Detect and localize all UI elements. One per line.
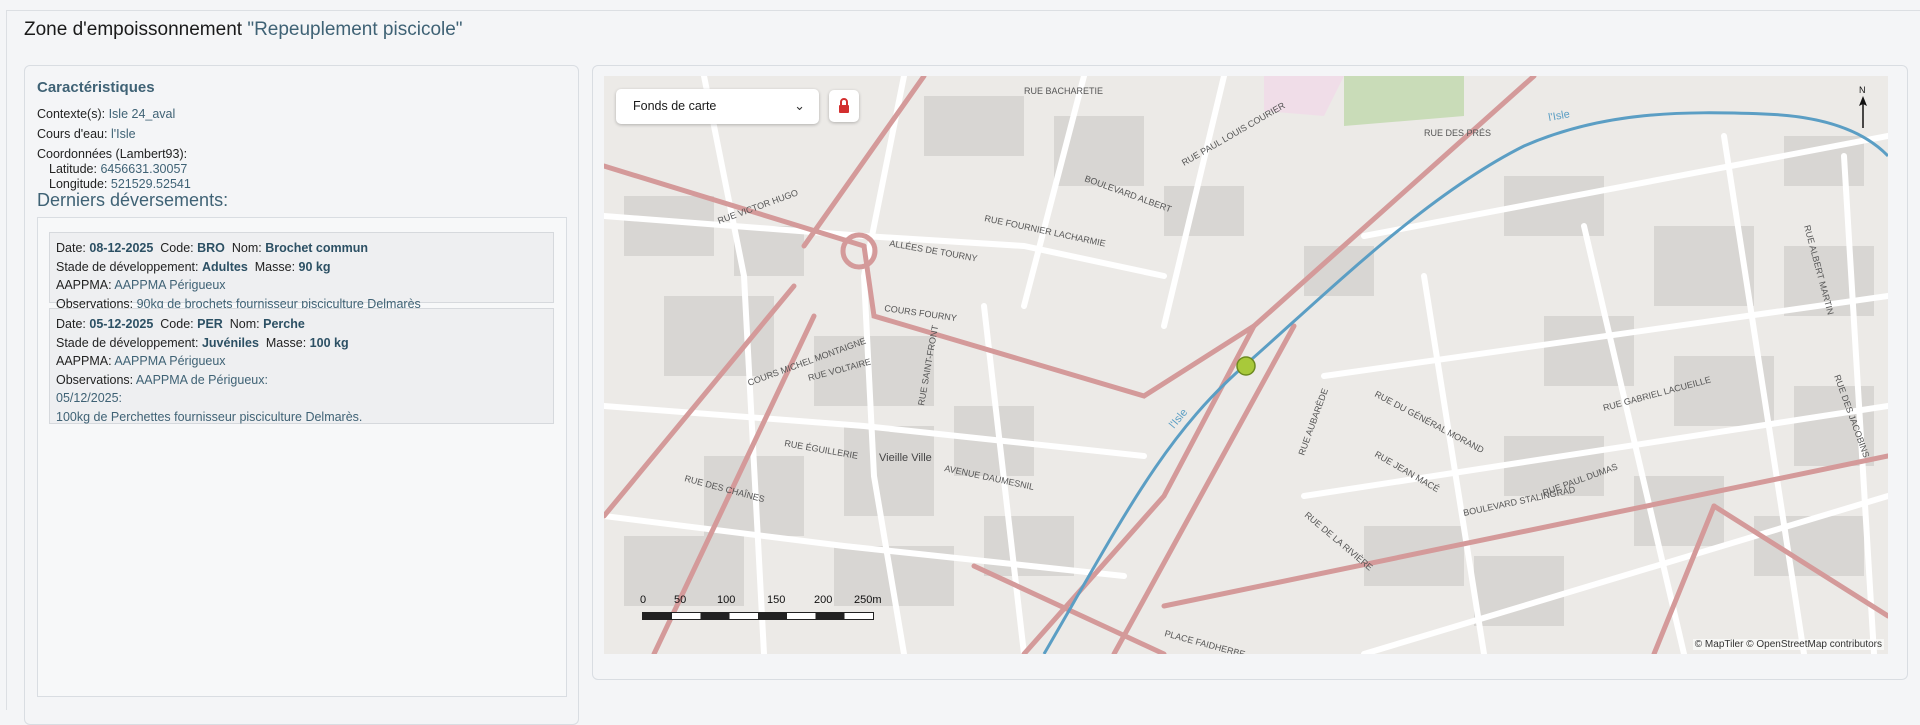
basemap-select-label: Fonds de carte: [633, 99, 717, 113]
context-row: Contexte(s): Isle 24_aval: [37, 107, 175, 121]
release-code: PER: [197, 317, 223, 331]
longitude-label: Longitude:: [49, 177, 108, 191]
release-stage-line: Stade de développement: Adultes Masse: 9…: [56, 258, 547, 277]
latitude-label: Latitude:: [49, 162, 97, 176]
code-label: Code:: [160, 241, 194, 255]
title-prefix: Zone d'empoissonnement: [24, 19, 243, 40]
north-label: N: [1859, 85, 1866, 95]
mass-label: Masse:: [254, 259, 296, 274]
release-date: 08-12-2025: [89, 241, 154, 255]
basemap-select[interactable]: Fonds de carte ⌄: [616, 89, 819, 124]
longitude-row: Longitude: 521529.52541: [49, 177, 191, 191]
latitude-value: 6456631.30057: [100, 162, 188, 176]
scale-label: 100: [717, 594, 736, 606]
releases-list: Date: 08-12-2025 Code: BRO Nom: Brochet …: [37, 217, 567, 697]
release-stage: Adultes: [201, 259, 248, 274]
release-aappma-line: AAPPMA: AAPPMA Périgueux: [56, 352, 547, 371]
release-header-line: Date: 05-12-2025 Code: PER Nom: Perche: [56, 315, 547, 334]
releases-heading: Derniers déversements:: [37, 190, 229, 210]
release-point-marker[interactable]: [1236, 356, 1256, 376]
release-card: Date: 05-12-2025 Code: PER Nom: Perche S…: [49, 308, 554, 424]
release-card: Date: 08-12-2025 Code: BRO Nom: Brochet …: [49, 232, 554, 311]
lock-icon: [839, 98, 849, 113]
release-aappma: AAPPMA Périgueux: [114, 354, 226, 368]
release-obs-cont: 100kg de Perchettes fournisseur piscicul…: [56, 409, 363, 424]
context-label: Contexte(s):: [37, 107, 106, 121]
map-canvas[interactable]: RUE VICTOR HUGO ALLÉES DE TOURNY RUE FOU…: [604, 76, 1888, 654]
release-aappma-line: AAPPMA: AAPPMA Périgueux: [56, 276, 547, 295]
river-value: l'Isle: [110, 127, 136, 141]
name-label: Nom:: [229, 317, 260, 331]
context-value: Isle 24_aval: [108, 107, 176, 121]
title-zone-name: "Repeuplement piscicole": [247, 19, 463, 40]
scale-label: 50: [674, 594, 687, 606]
street-label: RUE DES PRÉS: [1424, 128, 1491, 138]
page-title: Zone d'empoissonnement "Repeuplement pis…: [24, 19, 463, 41]
latitude-row: Latitude: 6456631.30057: [49, 162, 187, 176]
map-panel: RUE VICTOR HUGO ALLÉES DE TOURNY RUE FOU…: [592, 65, 1908, 680]
release-mass: 90 kg: [298, 259, 331, 274]
aappma-label: AAPPMA:: [56, 354, 112, 368]
code-label: Code:: [160, 317, 194, 331]
release-obs: AAPPMA de Périgueux:: [135, 372, 268, 387]
release-date: 05-12-2025: [89, 317, 154, 331]
map-tiles: RUE VICTOR HUGO ALLÉES DE TOURNY RUE FOU…: [604, 76, 1888, 654]
map-attribution[interactable]: © MapTiler © OpenStreetMap contributors: [1692, 639, 1884, 650]
release-code: BRO: [197, 241, 225, 255]
scale-label: 0: [640, 594, 647, 606]
street-label: RUE BACHARETIE: [1024, 86, 1103, 96]
characteristics-panel: Caractéristiques Contexte(s): Isle 24_av…: [24, 65, 579, 725]
stage-label: Stade de développement:: [56, 335, 199, 350]
coords-label: Coordonnées (Lambert93):: [37, 147, 188, 161]
north-arrow: N: [1856, 84, 1870, 130]
release-stage: Juvéniles: [201, 335, 259, 350]
release-obs-line: Observations: AAPPMA de Périgueux:: [56, 371, 547, 390]
chevron-down-icon: ⌄: [794, 98, 805, 113]
release-aappma: AAPPMA Périgueux: [114, 278, 226, 292]
name-label: Nom:: [231, 241, 262, 255]
stage-label: Stade de développement:: [56, 259, 199, 274]
obs-label: Observations:: [56, 372, 134, 387]
river-label: Cours d'eau:: [37, 127, 108, 141]
district-label: Vieille Ville: [879, 452, 932, 464]
lock-button[interactable]: [829, 90, 859, 122]
scale-label: 150: [767, 594, 786, 606]
scale-label: 250m: [854, 594, 882, 606]
longitude-value: 521529.52541: [110, 177, 191, 191]
scale-bar: 0 50 100 150 200 250m: [634, 594, 924, 634]
characteristics-heading: Caractéristiques: [37, 79, 155, 96]
aappma-label: AAPPMA:: [56, 278, 112, 292]
release-stage-line: Stade de développement: Juvéniles Masse:…: [56, 334, 547, 353]
page: Zone d'empoissonnement "Repeuplement pis…: [6, 10, 1920, 725]
scale-label: 200: [814, 594, 833, 606]
release-species: Brochet commun: [265, 241, 369, 255]
release-header-line: Date: 08-12-2025 Code: BRO Nom: Brochet …: [56, 239, 547, 258]
date-label: Date:: [56, 241, 86, 255]
date-label: Date:: [56, 317, 86, 331]
mass-label: Masse:: [265, 335, 307, 350]
river-row: Cours d'eau: l'Isle: [37, 127, 136, 141]
release-species: Perche: [263, 317, 305, 331]
release-obs-cont: 05/12/2025:: [56, 391, 123, 405]
scale-bar-graphic: [642, 612, 874, 620]
release-mass: 100 kg: [309, 335, 349, 350]
